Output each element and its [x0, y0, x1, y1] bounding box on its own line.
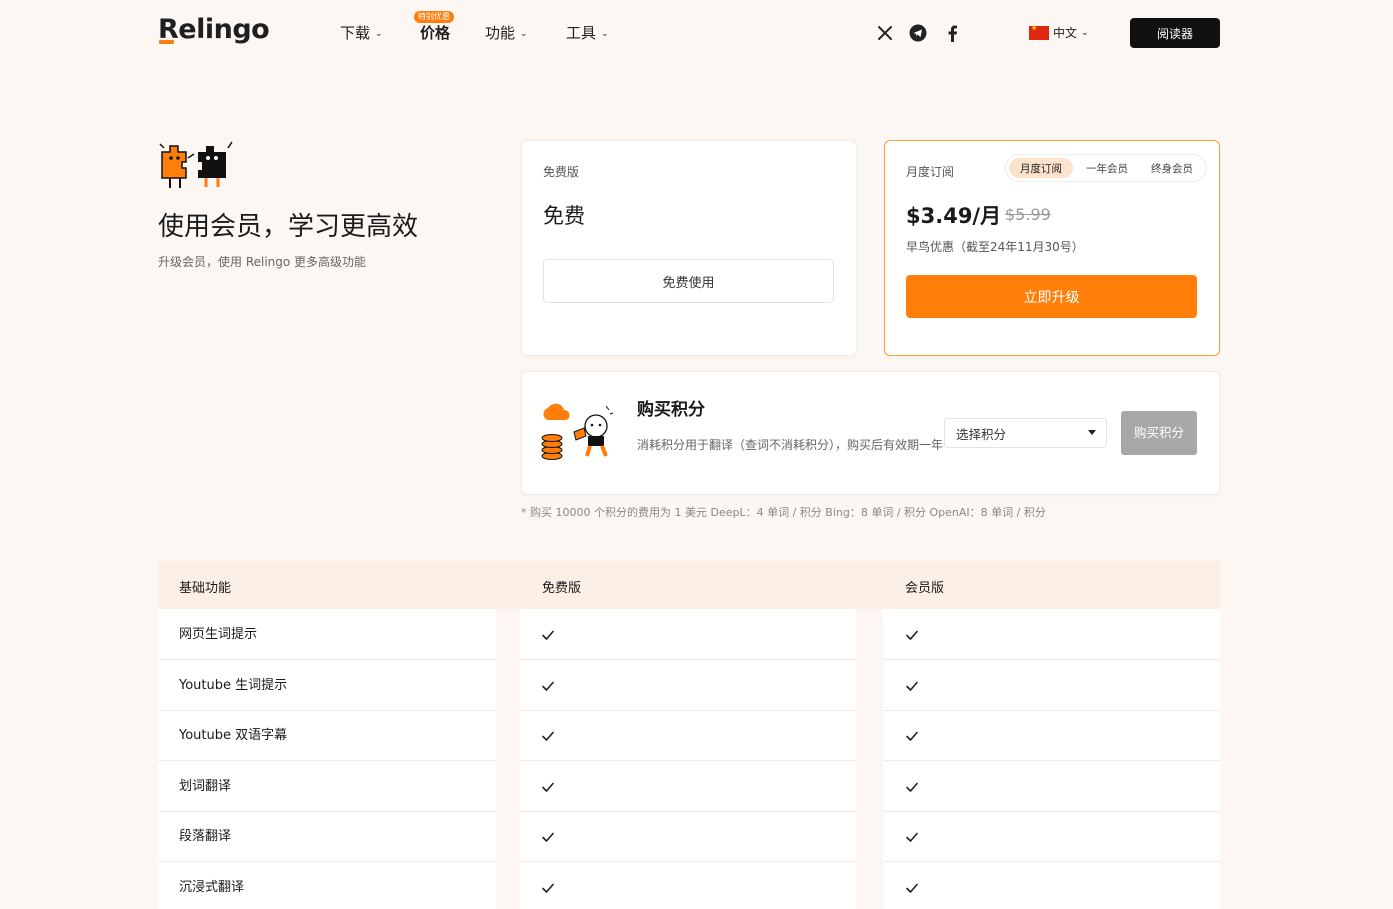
row-divider	[158, 760, 496, 761]
current-price: $3.49/月	[906, 204, 1002, 228]
nav-pricing[interactable]: 价格	[420, 22, 450, 43]
promo-note: 早鸟优惠（截至24年11月30号）	[906, 240, 1084, 254]
header-basic-features: 基础功能	[179, 581, 232, 596]
free-check-icon	[541, 880, 555, 894]
feature-row-label: 划词翻译	[179, 778, 232, 794]
reader-button[interactable]: 阅读器	[1130, 18, 1220, 48]
language-selector[interactable]: 中文 ⌄	[1029, 24, 1089, 41]
feature-row-label: 网页生词提示	[179, 627, 258, 642]
premium-plan-label: 月度订阅	[906, 165, 955, 179]
premium-check-icon	[905, 627, 919, 641]
row-divider	[520, 709, 856, 711]
row-divider	[883, 659, 1220, 660]
chevron-down-icon: ⌄	[1081, 27, 1089, 38]
premium-check-icon	[905, 678, 919, 692]
nav-download[interactable]: 下载 ⌄	[340, 22, 383, 43]
credits-illustration	[540, 402, 614, 468]
free-column	[520, 609, 856, 909]
free-check-icon	[541, 627, 555, 641]
hero-title: 使用会员，学习更高效	[158, 212, 419, 242]
hero-subtitle: 升级会员，使用 Relingo 更多高级功能	[158, 255, 367, 269]
row-divider	[158, 659, 496, 660]
free-plan-label: 免费版	[543, 165, 580, 179]
top-navbar: Relingo 下载 ⌄ 特别优惠 价格 功能 ⌄ 工具 ⌄ 中文 ⌄	[0, 0, 1393, 64]
row-divider	[158, 810, 496, 812]
nav-features[interactable]: 功能 ⌄	[485, 22, 528, 43]
mascot-illustration	[158, 138, 238, 196]
feature-table-header: 基础功能 免费版 会员版	[158, 561, 1220, 609]
row-divider	[883, 709, 1220, 711]
upgrade-button[interactable]: 立即升级	[906, 275, 1197, 318]
chevron-down-icon: ⌄	[375, 28, 383, 39]
free-plan-card: 免费版 免费 免费使用	[521, 140, 857, 356]
logo-underline	[159, 40, 174, 44]
feature-name-column	[158, 609, 496, 909]
row-divider	[520, 760, 856, 761]
row-divider	[883, 861, 1220, 862]
premium-check-icon	[905, 779, 919, 793]
row-divider	[520, 810, 856, 812]
tab-yearly[interactable]: 一年会员	[1078, 158, 1136, 178]
nav-features-label: 功能	[485, 24, 516, 42]
tab-lifetime[interactable]: 终身会员	[1142, 158, 1202, 178]
buy-credits-button[interactable]: 购买积分	[1121, 411, 1197, 455]
free-use-button[interactable]: 免费使用	[543, 259, 834, 303]
original-price: $5.99	[1005, 205, 1051, 224]
tab-monthly[interactable]: 月度订阅	[1009, 158, 1073, 178]
credits-description: 消耗积分用于翻译（查词不消耗积分），购买后有效期一年	[637, 438, 944, 452]
premium-check-icon	[905, 880, 919, 894]
credits-title: 购买积分	[637, 400, 705, 420]
row-divider	[520, 659, 856, 660]
credits-select-value: 选择积分	[956, 426, 1007, 442]
credits-select[interactable]: 选择积分	[944, 418, 1107, 448]
free-check-icon	[541, 728, 555, 742]
nav-tools-label: 工具	[566, 24, 597, 42]
free-plan-title: 免费	[543, 204, 585, 228]
buy-credits-card: 购买积分 消耗积分用于翻译（查词不消耗积分），购买后有效期一年 选择积分 购买积…	[521, 371, 1220, 495]
relingo-logo[interactable]: Relingo	[158, 14, 270, 45]
feature-row-label: 段落翻译	[179, 829, 232, 844]
facebook-icon[interactable]	[942, 23, 962, 43]
row-divider	[158, 861, 496, 862]
feature-row-label: 沉浸式翻译	[179, 879, 245, 895]
premium-check-icon	[905, 829, 919, 843]
telegram-icon[interactable]	[908, 23, 928, 43]
header-free: 免费版	[542, 581, 582, 596]
china-flag-icon	[1029, 24, 1049, 40]
credits-footnote: * 购买 10000 个积分的费用为 1 美元 DeepL：4 单词 / 积分 …	[521, 506, 1046, 519]
free-check-icon	[541, 678, 555, 692]
chevron-down-icon: ⌄	[520, 28, 528, 39]
row-divider	[520, 861, 856, 862]
row-divider	[883, 760, 1220, 761]
nav-tools[interactable]: 工具 ⌄	[566, 22, 609, 43]
header-premium: 会员版	[905, 581, 945, 596]
free-check-icon	[541, 779, 555, 793]
premium-column	[883, 609, 1220, 909]
free-check-icon	[541, 829, 555, 843]
feature-row-label: Youtube 生词提示	[179, 677, 288, 693]
language-label: 中文	[1053, 26, 1078, 40]
feature-row-label: Youtube 双语字幕	[179, 728, 288, 743]
nav-download-label: 下载	[340, 24, 371, 42]
premium-plan-card: 月度订阅 月度订阅 一年会员 终身会员 $3.49/月 $5.99 早鸟优惠（截…	[884, 140, 1220, 356]
caret-down-icon	[1088, 430, 1096, 435]
row-divider	[883, 810, 1220, 812]
row-divider	[158, 709, 496, 711]
billing-period-tabs: 月度订阅 一年会员 终身会员	[1005, 154, 1207, 182]
chevron-down-icon: ⌄	[601, 28, 609, 39]
nav-pricing-label: 价格	[420, 24, 451, 42]
x-icon[interactable]	[875, 23, 895, 43]
premium-check-icon	[905, 728, 919, 742]
